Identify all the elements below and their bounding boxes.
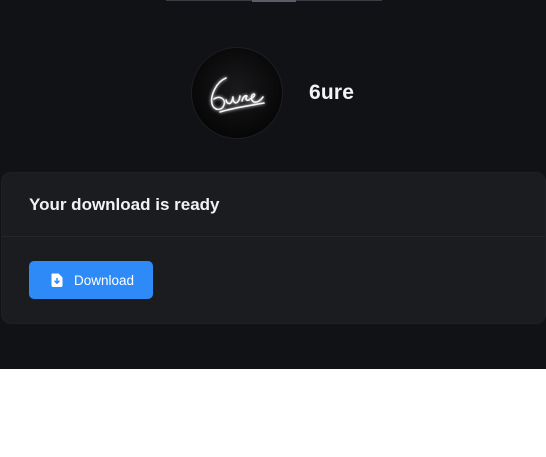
app-window: 6ure Your download is ready Download: [0, 0, 546, 369]
download-button[interactable]: Download: [29, 261, 153, 299]
card-body: Download: [2, 237, 545, 299]
file-download-icon: [49, 272, 65, 288]
card-title: Your download is ready: [29, 194, 220, 214]
neon-signature-logo-icon: [210, 76, 265, 113]
download-card: Your download is ready Download: [1, 172, 546, 324]
card-header: Your download is ready: [2, 173, 545, 237]
avatar: [192, 47, 282, 138]
download-button-label: Download: [74, 272, 135, 288]
top-divider-highlight: [252, 0, 296, 2]
profile-header: 6ure: [192, 47, 354, 138]
profile-name: 6ure: [309, 80, 355, 104]
